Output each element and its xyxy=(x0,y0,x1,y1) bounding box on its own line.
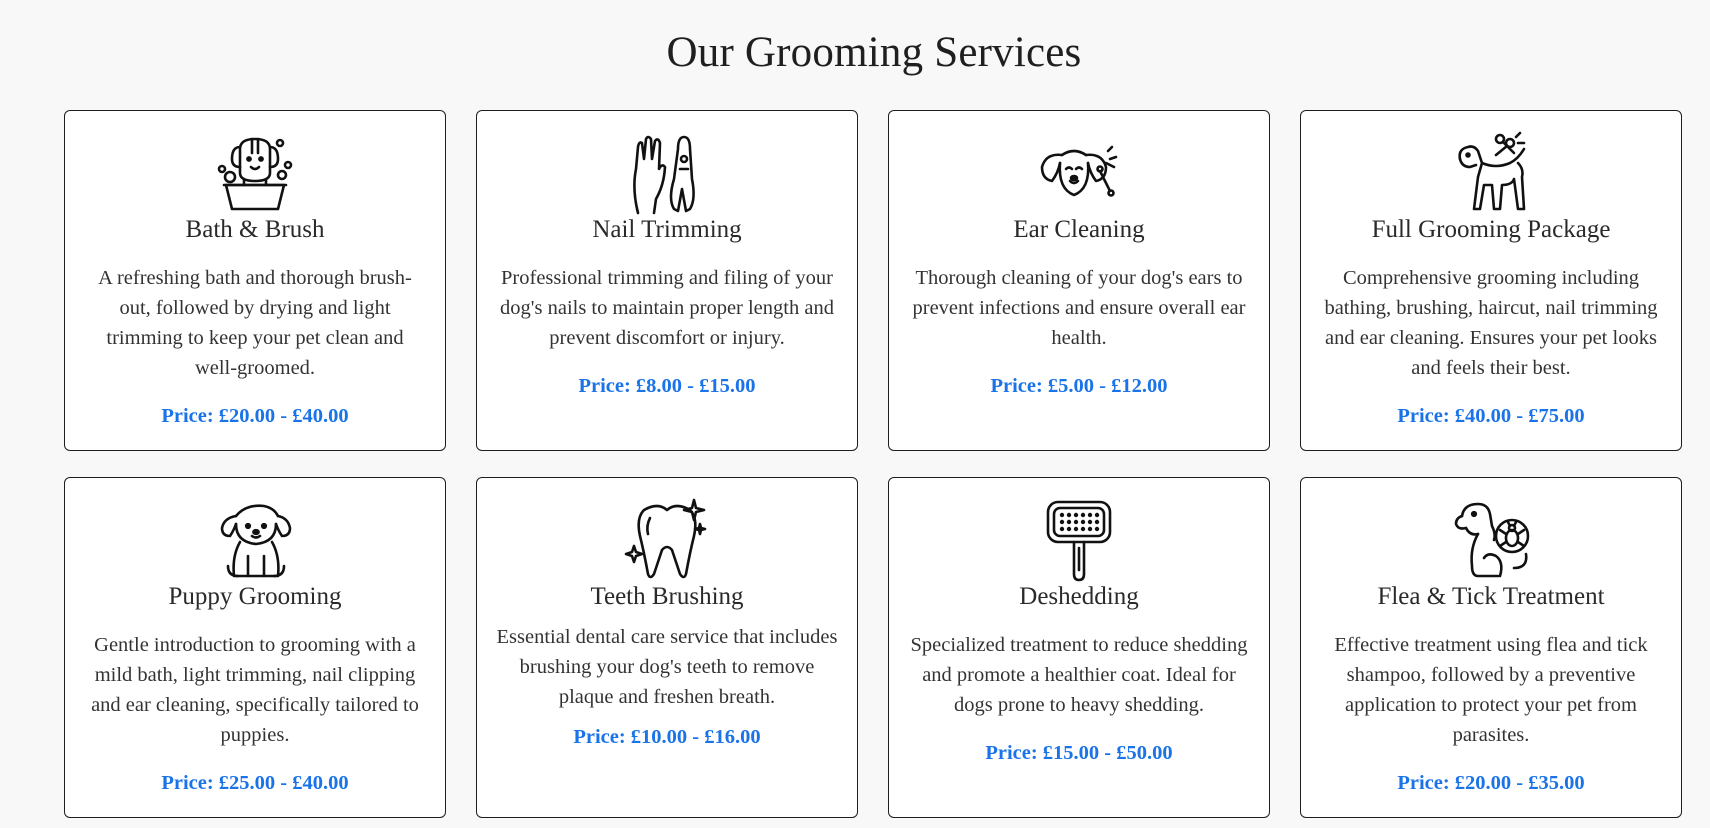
service-price: Price: £8.00 - £15.00 xyxy=(578,375,756,397)
service-card-full-grooming[interactable]: Full Grooming Package Comprehensive groo… xyxy=(1300,110,1682,451)
service-description: Comprehensive grooming including bathing… xyxy=(1324,267,1658,379)
service-card-nail-trimming[interactable]: Nail Trimming Professional trimming and … xyxy=(476,110,858,451)
service-title: Ear Cleaning xyxy=(1013,216,1145,243)
service-title: Nail Trimming xyxy=(592,216,742,243)
service-title: Bath & Brush xyxy=(185,216,325,243)
service-card-puppy-grooming[interactable]: Puppy Grooming Gentle introduction to gr… xyxy=(64,477,446,818)
service-title: Teeth Brushing xyxy=(590,583,744,610)
dog-flea-icon xyxy=(1448,496,1534,582)
service-price: Price: £20.00 - £35.00 xyxy=(1397,772,1585,794)
service-description: Gentle introduction to grooming with a m… xyxy=(91,634,419,746)
service-title: Puppy Grooming xyxy=(168,583,342,610)
service-card-bath-brush[interactable]: Bath & Brush A refreshing bath and thoro… xyxy=(64,110,446,451)
dog-bath-icon xyxy=(212,129,298,215)
service-price: Price: £10.00 - £16.00 xyxy=(573,726,761,748)
service-price: Price: £5.00 - £12.00 xyxy=(990,375,1168,397)
service-description: Effective treatment using flea and tick … xyxy=(1334,634,1648,746)
service-description: Specialized treatment to reduce shedding… xyxy=(910,634,1248,716)
service-title: Deshedding xyxy=(1019,583,1139,610)
service-title: Full Grooming Package xyxy=(1371,216,1611,243)
service-card-flea-tick[interactable]: Flea & Tick Treatment Effective treatmen… xyxy=(1300,477,1682,818)
service-title: Flea & Tick Treatment xyxy=(1377,583,1605,610)
service-card-deshedding[interactable]: Deshedding Specialized treatment to redu… xyxy=(888,477,1270,818)
service-description: Essential dental care service that inclu… xyxy=(496,626,838,708)
service-price: Price: £25.00 - £40.00 xyxy=(161,772,349,794)
service-price: Price: £40.00 - £75.00 xyxy=(1397,405,1585,427)
deshedding-brush-icon xyxy=(1036,496,1122,582)
service-price: Price: £15.00 - £50.00 xyxy=(985,742,1173,764)
service-card-ear-cleaning[interactable]: Ear Cleaning Thorough cleaning of your d… xyxy=(888,110,1270,451)
page-title: Our Grooming Services xyxy=(666,29,1082,76)
services-grid: Bath & Brush A refreshing bath and thoro… xyxy=(64,110,1682,818)
service-card-teeth-brushing[interactable]: Teeth Brushing Essential dental care ser… xyxy=(476,477,858,818)
sparkling-tooth-icon xyxy=(624,496,710,582)
puppy-icon xyxy=(212,496,298,582)
dog-scissors-icon xyxy=(1448,129,1534,215)
paw-nail-clipper-icon xyxy=(624,129,710,215)
service-description: Professional trimming and filing of your… xyxy=(500,267,834,349)
dog-ear-swab-icon xyxy=(1036,129,1122,215)
service-description: Thorough cleaning of your dog's ears to … xyxy=(912,267,1246,349)
service-description: A refreshing bath and thorough brush-out… xyxy=(98,267,412,379)
service-price: Price: £20.00 - £40.00 xyxy=(161,405,349,427)
